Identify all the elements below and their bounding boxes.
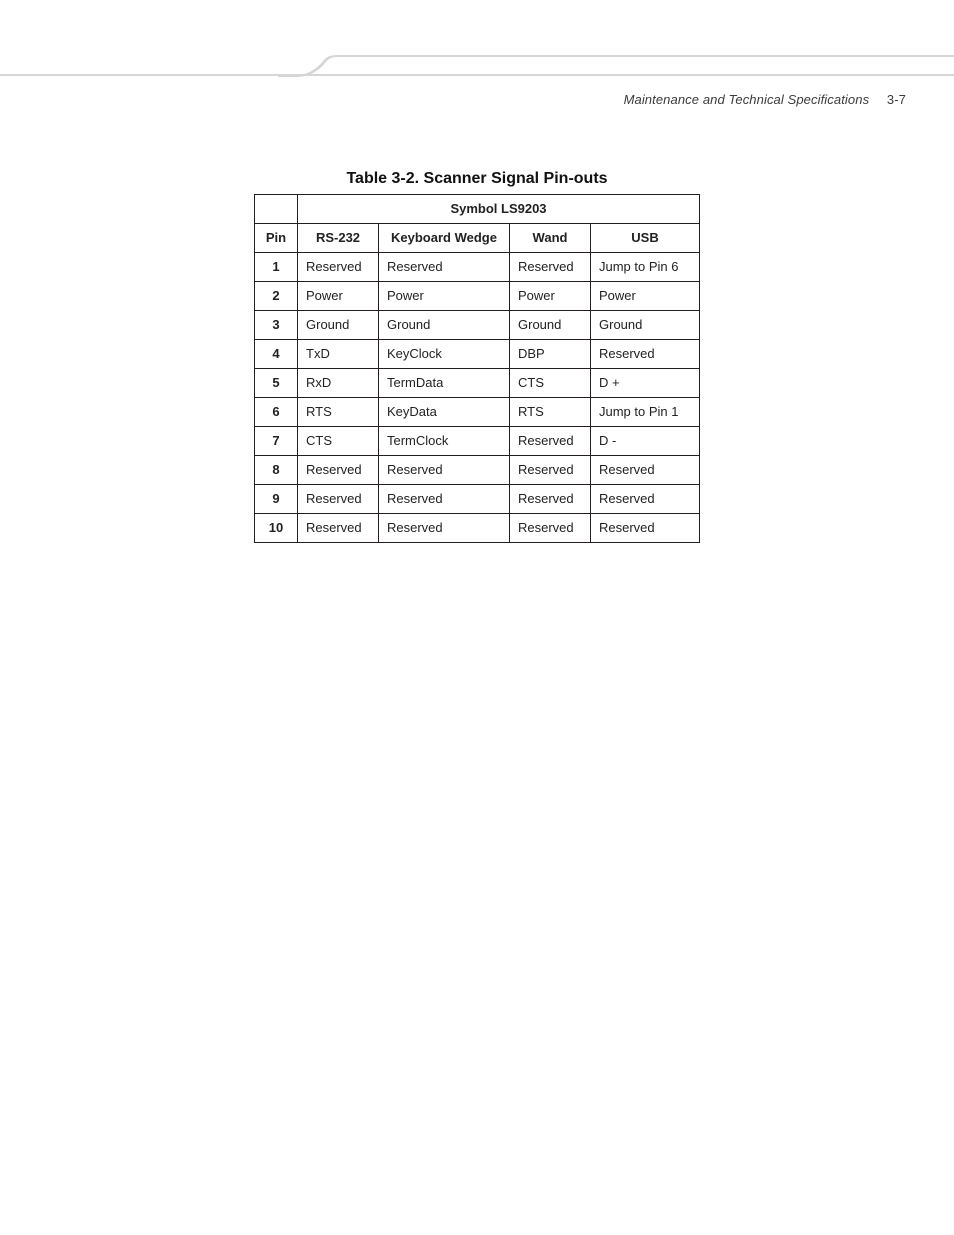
cell-rs232: Reserved: [298, 456, 379, 485]
col-header-pin: Pin: [255, 224, 298, 253]
table-row: 6 RTS KeyData RTS Jump to Pin 1: [255, 398, 700, 427]
table-row: 3 Ground Ground Ground Ground: [255, 311, 700, 340]
cell-usb: D -: [591, 427, 700, 456]
cell-pin: 9: [255, 485, 298, 514]
running-header-section: Maintenance and Technical Specifications: [624, 92, 870, 107]
cell-rs232: RxD: [298, 369, 379, 398]
cell-pin: 2: [255, 282, 298, 311]
table-row: 8 Reserved Reserved Reserved Reserved: [255, 456, 700, 485]
cell-rs232: RTS: [298, 398, 379, 427]
table-row: 7 CTS TermClock Reserved D -: [255, 427, 700, 456]
cell-pin: 8: [255, 456, 298, 485]
pinout-table: Symbol LS9203 Pin RS-232 Keyboard Wedge …: [254, 194, 700, 543]
col-header-rs232: RS-232: [298, 224, 379, 253]
cell-pin: 1: [255, 253, 298, 282]
cell-keyboard-wedge: Reserved: [379, 253, 510, 282]
cell-rs232: Reserved: [298, 485, 379, 514]
cell-usb: Reserved: [591, 514, 700, 543]
top-horizontal-rule: [0, 74, 954, 76]
cell-wand: DBP: [510, 340, 591, 369]
cell-usb: Ground: [591, 311, 700, 340]
cell-keyboard-wedge: Power: [379, 282, 510, 311]
table-row: 5 RxD TermData CTS D +: [255, 369, 700, 398]
cell-pin: 6: [255, 398, 298, 427]
cell-keyboard-wedge: Reserved: [379, 456, 510, 485]
cell-keyboard-wedge: Reserved: [379, 514, 510, 543]
running-header: Maintenance and Technical Specifications…: [624, 92, 906, 107]
table-super-header-row: Symbol LS9203: [255, 195, 700, 224]
cell-wand: Reserved: [510, 485, 591, 514]
table-header-row: Pin RS-232 Keyboard Wedge Wand USB: [255, 224, 700, 253]
cell-usb: Reserved: [591, 456, 700, 485]
cell-wand: Reserved: [510, 514, 591, 543]
table-body: 1 Reserved Reserved Reserved Jump to Pin…: [255, 253, 700, 543]
cell-usb: Reserved: [591, 485, 700, 514]
cell-wand: Reserved: [510, 253, 591, 282]
cell-keyboard-wedge: KeyClock: [379, 340, 510, 369]
col-header-usb: USB: [591, 224, 700, 253]
cell-wand: Power: [510, 282, 591, 311]
cell-usb: Reserved: [591, 340, 700, 369]
table-row: 2 Power Power Power Power: [255, 282, 700, 311]
table-row: 9 Reserved Reserved Reserved Reserved: [255, 485, 700, 514]
cell-wand: Ground: [510, 311, 591, 340]
cell-pin: 7: [255, 427, 298, 456]
table-row: 10 Reserved Reserved Reserved Reserved: [255, 514, 700, 543]
cell-rs232: Power: [298, 282, 379, 311]
cell-keyboard-wedge: Ground: [379, 311, 510, 340]
cell-rs232: Reserved: [298, 514, 379, 543]
col-header-wand: Wand: [510, 224, 591, 253]
cell-pin: 10: [255, 514, 298, 543]
table-corner-blank: [255, 195, 298, 224]
table-row: 1 Reserved Reserved Reserved Jump to Pin…: [255, 253, 700, 282]
cell-wand: Reserved: [510, 427, 591, 456]
cell-rs232: CTS: [298, 427, 379, 456]
cell-wand: Reserved: [510, 456, 591, 485]
table-caption: Table 3-2. Scanner Signal Pin-outs: [0, 170, 954, 188]
table-row: 4 TxD KeyClock DBP Reserved: [255, 340, 700, 369]
cell-pin: 3: [255, 311, 298, 340]
cell-usb: Power: [591, 282, 700, 311]
pinout-table-container: Symbol LS9203 Pin RS-232 Keyboard Wedge …: [254, 194, 700, 543]
cell-keyboard-wedge: TermData: [379, 369, 510, 398]
page: Maintenance and Technical Specifications…: [0, 0, 954, 1235]
cell-wand: CTS: [510, 369, 591, 398]
cell-pin: 5: [255, 369, 298, 398]
cell-keyboard-wedge: TermClock: [379, 427, 510, 456]
col-header-keyboard-wedge: Keyboard Wedge: [379, 224, 510, 253]
table-super-header: Symbol LS9203: [298, 195, 700, 224]
cell-usb: D +: [591, 369, 700, 398]
cell-keyboard-wedge: Reserved: [379, 485, 510, 514]
cell-wand: RTS: [510, 398, 591, 427]
cell-rs232: Ground: [298, 311, 379, 340]
cell-keyboard-wedge: KeyData: [379, 398, 510, 427]
cell-rs232: TxD: [298, 340, 379, 369]
cell-usb: Jump to Pin 1: [591, 398, 700, 427]
cell-usb: Jump to Pin 6: [591, 253, 700, 282]
running-header-page-number: 3-7: [887, 92, 906, 107]
cell-rs232: Reserved: [298, 253, 379, 282]
cell-pin: 4: [255, 340, 298, 369]
